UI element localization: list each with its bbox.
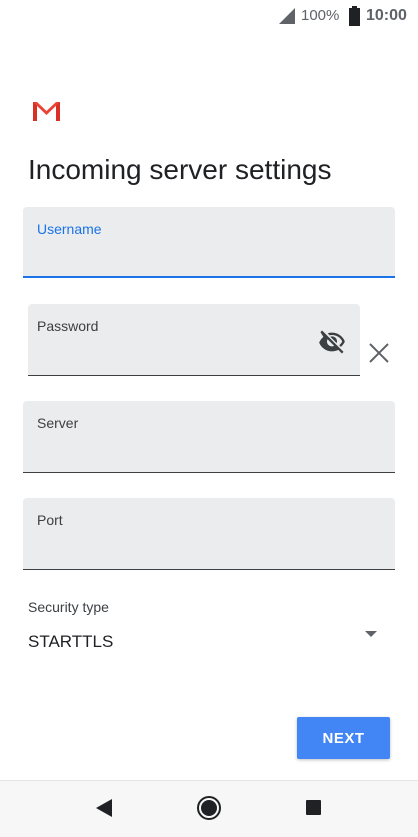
navigation-bar — [0, 780, 418, 837]
home-icon[interactable] — [197, 796, 221, 820]
server-field[interactable]: Server — [23, 401, 395, 473]
username-field[interactable]: Username — [23, 207, 395, 278]
signal-icon — [279, 8, 295, 24]
security-type-label: Security type — [28, 599, 109, 615]
dropdown-arrow-icon[interactable] — [365, 631, 377, 639]
username-label: Username — [37, 221, 102, 237]
password-field[interactable]: Password — [28, 304, 360, 376]
port-label: Port — [37, 512, 63, 528]
security-type-dropdown[interactable]: STARTTLS — [28, 631, 113, 653]
status-bar: 100% 10:00 — [0, 0, 418, 32]
server-label: Server — [37, 415, 79, 431]
page-title: Incoming server settings — [28, 154, 332, 185]
gmail-logo — [33, 100, 60, 121]
next-button[interactable]: NEXT — [297, 717, 390, 759]
battery-icon — [349, 6, 360, 26]
status-clock: 10:00 — [366, 7, 407, 24]
port-field[interactable]: Port — [23, 498, 395, 570]
recents-icon[interactable] — [306, 800, 321, 815]
visibility-off-icon[interactable] — [318, 328, 346, 356]
password-label: Password — [37, 318, 99, 334]
close-icon[interactable] — [368, 342, 390, 364]
back-icon[interactable] — [96, 799, 112, 817]
battery-percentage: 100% — [301, 7, 340, 24]
